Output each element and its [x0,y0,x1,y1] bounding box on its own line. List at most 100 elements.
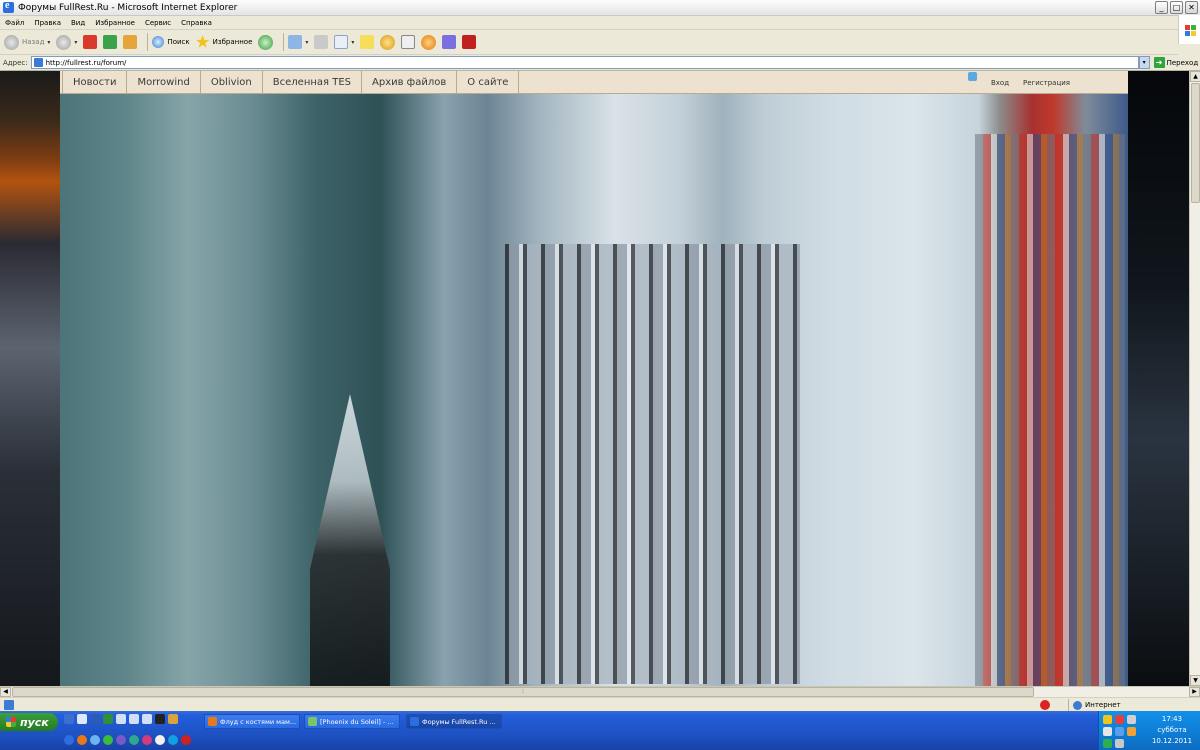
menu-file[interactable]: Файл [0,19,29,27]
close-button[interactable]: ✕ [1185,1,1198,14]
menu-favorites[interactable]: Избранное [90,19,140,27]
back-button[interactable]: Назад ▾ [4,34,50,50]
window-icon[interactable] [129,714,139,724]
app-icon[interactable] [155,735,165,745]
app-icon[interactable] [90,735,100,745]
address-dropdown[interactable]: ▾ [1138,56,1150,69]
address-url: http://fullrest.ru/forum/ [45,58,127,67]
scroll-right-button[interactable]: ▶ [1189,687,1200,697]
tray-app-icon[interactable] [1127,727,1136,736]
note-icon [360,35,375,49]
word-icon[interactable] [90,714,100,724]
app-icon[interactable] [103,735,113,745]
clock-time: 17:43 [1161,715,1183,723]
ie-icon[interactable] [64,735,74,745]
tray-app-icon[interactable] [1127,715,1136,724]
nav-about[interactable]: О сайте [457,71,520,94]
tray-app-icon[interactable] [1103,739,1112,748]
app-icon[interactable] [116,735,126,745]
address-label: Адрес: [3,58,28,67]
minimize-button[interactable]: _ [1155,1,1168,14]
task-phoenix[interactable]: [Phoenix du Soleil] - ... [304,714,400,729]
twitter-icon[interactable] [968,72,977,81]
separator [283,33,285,51]
tray-app-icon[interactable] [1115,727,1124,736]
volume-icon[interactable] [1103,727,1112,736]
app-icon[interactable] [142,735,152,745]
chevron-down-icon: ▾ [74,38,78,46]
quick-launch [64,714,178,724]
address-input[interactable]: http://fullrest.ru/forum/ [30,56,1139,69]
window-title: Форумы FullRest.Ru - Microsoft Internet … [18,2,238,13]
security-zone: Интернет [1068,699,1188,711]
kaspersky-icon [462,35,477,49]
menu-help[interactable]: Справка [176,19,217,27]
search-icon [152,36,165,48]
go-button[interactable]: ➜ Переход [1153,57,1198,68]
task-ie[interactable]: Форумы FullRest.Ru ... [406,714,502,729]
document-icon[interactable] [77,714,87,724]
refresh-button[interactable] [103,35,118,49]
k-button[interactable] [401,35,416,49]
home-button[interactable] [123,35,138,49]
go-arrow-icon: ➜ [1153,57,1165,68]
menu-tools[interactable]: Сервис [140,19,176,27]
history-button[interactable] [258,34,274,50]
edit-button[interactable]: ▾ [334,35,354,49]
page-content: Новости Morrowind Oblivion Вселенная TES… [0,71,1189,686]
horizontal-scroll-thumb[interactable]: ⁝ [12,687,1034,697]
firefox-icon[interactable] [77,735,87,745]
app-icon [308,717,317,726]
print-button[interactable] [314,35,329,49]
maximize-button[interactable]: □ [1170,1,1183,14]
kaspersky-button[interactable] [462,35,477,49]
app-icon[interactable] [129,735,139,745]
menu-edit[interactable]: Правка [29,19,66,27]
window-icon[interactable] [142,714,152,724]
clock[interactable]: 17:43 суббота 10.12.2011 [1145,714,1199,747]
opera-icon[interactable] [181,735,191,745]
vertical-scroll-thumb[interactable] [1191,83,1200,203]
nav-news[interactable]: Новости [62,71,128,94]
tray-app-icon[interactable] [1115,715,1124,724]
forward-arrow-icon [56,34,72,50]
skype-icon[interactable] [168,735,178,745]
tool-icon[interactable] [168,714,178,724]
popup-blocker-icon[interactable] [1040,700,1050,710]
register-link[interactable]: Регистрация [1023,79,1070,87]
messenger-button[interactable] [380,34,396,50]
menu-view[interactable]: Вид [66,19,90,27]
terminal-icon[interactable] [155,714,165,724]
horizontal-scrollbar[interactable]: ◀ ⁝ ▶ [0,686,1200,697]
save-icon[interactable] [64,714,74,724]
k-icon [401,35,416,49]
notes-button[interactable] [360,35,375,49]
tray-app-icon[interactable] [1103,715,1112,724]
stop-button[interactable] [83,35,98,49]
chevron-down-icon: ▾ [305,38,309,46]
forward-button[interactable]: ▾ [56,34,78,50]
favorites-button[interactable]: Избранное [195,35,252,49]
task-firefox[interactable]: Флуд с костями мам... [204,714,300,729]
scroll-left-button[interactable]: ◀ [0,687,11,697]
excel-icon[interactable] [103,714,113,724]
nav-file-archive[interactable]: Архив файлов [362,71,458,94]
nav-tes-universe[interactable]: Вселенная TES [263,71,362,94]
mail-button[interactable]: ▾ [288,35,308,49]
vertical-scrollbar[interactable]: ▲ ▼ [1189,71,1200,686]
tool-button[interactable] [442,35,457,49]
nav-oblivion[interactable]: Oblivion [201,71,263,94]
scroll-up-button[interactable]: ▲ [1190,71,1200,82]
start-label: пуск [20,715,49,729]
start-button[interactable]: пуск [0,713,58,731]
window-icon[interactable] [116,714,126,724]
separator [147,33,149,51]
nav-morrowind[interactable]: Morrowind [127,71,201,94]
tray-app-icon[interactable] [1115,739,1124,748]
scroll-down-button[interactable]: ▼ [1190,675,1200,686]
mailru-button[interactable] [421,34,437,50]
search-button[interactable]: Поиск [152,36,190,48]
login-link[interactable]: Вход [991,79,1009,87]
left-background [0,71,60,686]
taskbar: пуск Флуд с костями мам... [Phoenix du S… [0,711,1200,750]
